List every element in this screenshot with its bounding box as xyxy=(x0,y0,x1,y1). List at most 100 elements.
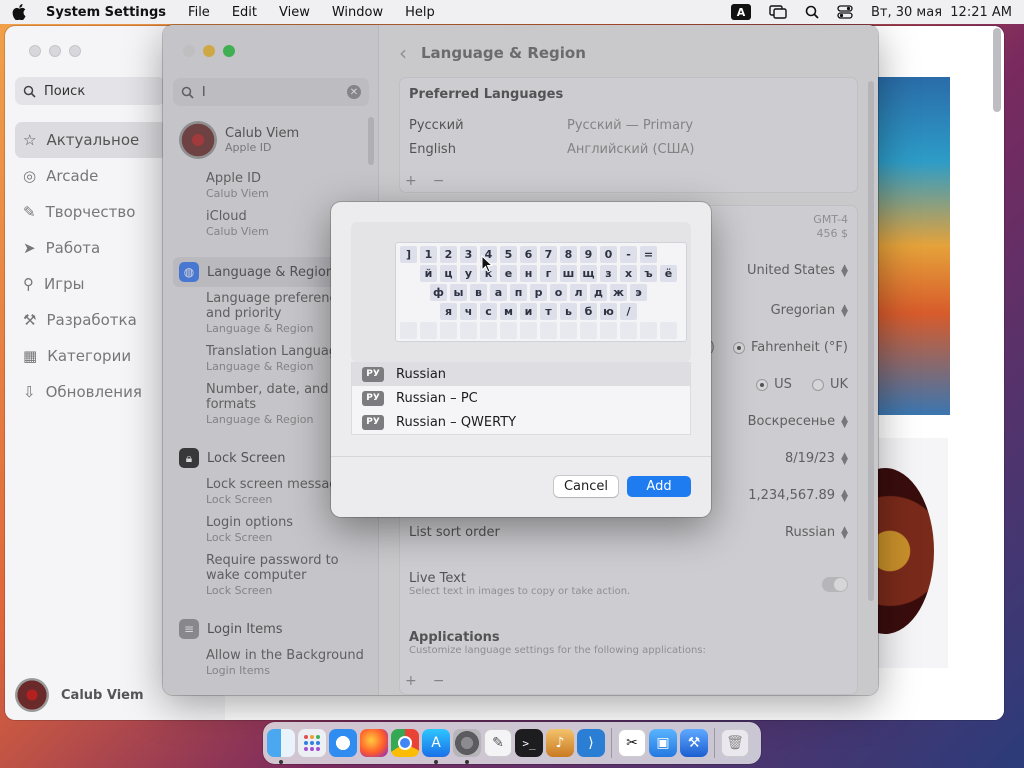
keyboard-key: н xyxy=(520,265,537,282)
control-center-icon[interactable] xyxy=(837,5,853,19)
keyboard-key: 1 xyxy=(420,246,437,263)
keyboard-key: д xyxy=(590,284,607,301)
store-nav-arcade[interactable]: ◎ Arcade xyxy=(15,158,167,194)
running-indicator xyxy=(279,760,283,764)
finder-icon[interactable] xyxy=(267,729,295,764)
input-source-indicator[interactable]: A xyxy=(731,4,751,20)
store-search-placeholder: Поиск xyxy=(44,83,86,99)
input-source-badge: РУ xyxy=(362,390,384,406)
app-name-menu[interactable]: System Settings xyxy=(46,5,166,20)
keyboard-key: / xyxy=(620,303,637,320)
input-source-russian-pc[interactable]: РУ Russian – PC xyxy=(352,386,690,410)
edit-menu[interactable]: Edit xyxy=(232,5,257,20)
system-settings-icon[interactable] xyxy=(453,729,481,764)
input-source-name: Russian – QWERTY xyxy=(396,414,517,430)
keyboard-key: ш xyxy=(560,265,577,282)
safari-icon[interactable] xyxy=(329,729,357,757)
capcut-icon[interactable]: ✂ xyxy=(618,729,646,757)
view-menu[interactable]: View xyxy=(279,5,310,20)
star-icon: ☆ xyxy=(23,131,37,149)
running-indicator xyxy=(434,760,438,764)
keyboard-key: с xyxy=(480,303,497,320)
keyboard-key: у xyxy=(460,265,477,282)
keyboard-key: з xyxy=(600,265,617,282)
store-nav-label: Актуальное xyxy=(46,131,140,149)
launchpad-icon[interactable] xyxy=(298,729,326,757)
keyboard-key: б xyxy=(580,303,597,320)
minimize-button[interactable] xyxy=(49,45,61,57)
store-nav-label: Arcade xyxy=(46,167,99,185)
keyboard-key: ч xyxy=(460,303,477,320)
paperplane-icon: ➤ xyxy=(23,239,36,257)
keyboard-key: 5 xyxy=(500,246,517,263)
hammer-icon: ⚒ xyxy=(23,311,37,329)
store-nav-categories[interactable]: ▦ Категории xyxy=(15,338,167,374)
preview-icon[interactable]: ▣ xyxy=(649,729,677,757)
background-scrollbar[interactable] xyxy=(993,28,1001,112)
screen-mirroring-icon[interactable] xyxy=(769,5,787,19)
keyboard-key: 7 xyxy=(540,246,557,263)
keyboard-key: е xyxy=(500,265,517,282)
keyboard-key: 0 xyxy=(600,246,617,263)
avatar xyxy=(15,678,49,712)
store-search-field[interactable]: Поиск xyxy=(15,77,165,105)
clock-datetime[interactable]: Вт, 30 мая 12:21 AM xyxy=(871,5,1012,20)
dock-separator xyxy=(611,728,612,758)
input-source-name: Russian xyxy=(396,366,447,382)
keyboard-key: р xyxy=(530,284,547,301)
keyboard-key: х xyxy=(620,265,637,282)
store-sidebar: ☆ Актуальное ◎ Arcade ✎ Творчество ➤ Работа … xyxy=(15,122,167,410)
store-nav-create[interactable]: ✎ Творчество xyxy=(15,194,167,230)
keyboard-key: 9 xyxy=(580,246,597,263)
joystick-icon: ◎ xyxy=(23,167,37,185)
terminal-icon[interactable]: >_ xyxy=(515,729,543,757)
rocket-icon: ⚲ xyxy=(23,275,34,293)
store-nav-updates[interactable]: ⇩ Обновления xyxy=(15,374,167,410)
store-nav-discover[interactable]: ☆ Актуальное xyxy=(15,122,167,158)
input-source-russian[interactable]: РУ Russian xyxy=(352,362,690,386)
input-source-russian-qwerty[interactable]: РУ Russian – QWERTY xyxy=(352,410,690,434)
garageband-icon[interactable]: ♪ xyxy=(546,729,574,757)
keyboard-row-numbers: ] 1 2 3 4 5 6 7 8 9 0- = xyxy=(400,246,657,265)
add-button[interactable]: Add xyxy=(627,476,691,497)
sheet-divider xyxy=(331,456,711,457)
help-menu[interactable]: Help xyxy=(405,5,435,20)
keyboard-key: щ xyxy=(580,265,597,282)
textedit-icon[interactable]: ✎ xyxy=(484,729,512,757)
keyboard-key: ъ xyxy=(640,265,657,282)
apple-menu-icon[interactable] xyxy=(12,4,28,20)
keyboard-key: а xyxy=(490,284,507,301)
app-store-icon[interactable]: A xyxy=(422,729,450,764)
cancel-button[interactable]: Cancel xyxy=(554,476,618,497)
store-account[interactable]: Calub Viem xyxy=(15,678,144,712)
keyboard-key: л xyxy=(570,284,587,301)
xcode-icon[interactable]: ⚒ xyxy=(680,729,708,757)
store-nav-play[interactable]: ⚲ Игры xyxy=(15,266,167,302)
trash-icon[interactable]: 🗑︎ xyxy=(721,729,749,757)
grid-icon: ▦ xyxy=(23,347,38,365)
menu-bar: System Settings File Edit View Window He… xyxy=(0,0,1024,24)
store-nav-develop[interactable]: ⚒ Разработка xyxy=(15,302,167,338)
zoom-button[interactable] xyxy=(69,45,81,57)
store-nav-work[interactable]: ➤ Работа xyxy=(15,230,167,266)
featured-artwork[interactable] xyxy=(874,77,950,415)
chrome-icon[interactable] xyxy=(391,729,419,757)
store-nav-label: Категории xyxy=(47,347,132,365)
input-source-badge: РУ xyxy=(362,366,384,382)
keyboard-key: 3 xyxy=(460,246,477,263)
keyboard-key: й xyxy=(420,265,437,282)
keyboard-key: я xyxy=(440,303,457,320)
keyboard-key: м xyxy=(500,303,517,320)
window-menu[interactable]: Window xyxy=(332,5,383,20)
download-icon: ⇩ xyxy=(23,383,36,401)
keyboard-key: э xyxy=(630,284,647,301)
close-button[interactable] xyxy=(29,45,41,57)
keyboard-preview-area: ] 1 2 3 4 5 6 7 8 9 0- = йцукенгшщзхъё фывапролджэ … xyxy=(351,222,691,362)
store-account-name: Calub Viem xyxy=(61,687,144,703)
vscode-icon[interactable]: ⟩ xyxy=(577,729,605,757)
running-indicator xyxy=(465,760,469,764)
file-menu[interactable]: File xyxy=(188,5,210,20)
spotlight-search-icon[interactable] xyxy=(805,5,819,19)
keyboard-row-middle: фывапролджэ xyxy=(430,284,647,303)
firefox-icon[interactable] xyxy=(360,729,388,757)
